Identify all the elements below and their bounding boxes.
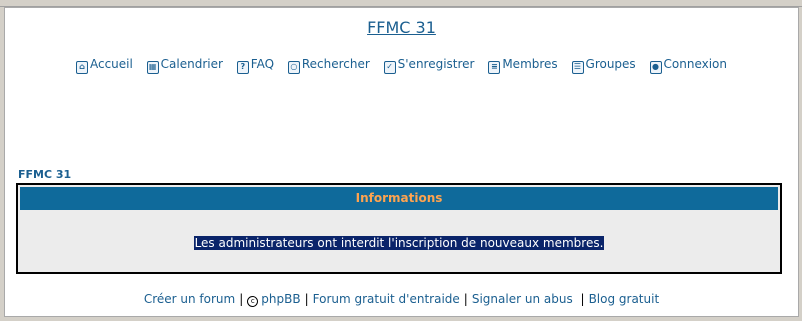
main-nav: ⌂ Accueil ▦ Calendrier ? FAQ ○ Rechercher ✓ S…: [5, 57, 798, 74]
report-abuse-link[interactable]: Signaler un abus: [472, 292, 573, 306]
footer-separator: |: [239, 292, 244, 306]
members-icon: ≡: [488, 61, 501, 74]
footer: Créer un forum | c phpBB | Forum gratuit d'en…: [5, 292, 798, 307]
selected-message-text: Les administrateurs ont interdit l'inscr…: [193, 236, 605, 250]
page-frame: FFMC 31 ⌂ Accueil ▦ Calendrier ? FAQ ○ Reche…: [4, 7, 799, 317]
nav-item-label: FAQ: [250, 57, 275, 71]
groups-icon: ☰: [571, 61, 584, 74]
footer-separator: |: [304, 292, 309, 306]
window-top-strip: [0, 0, 802, 7]
nav-item-groupes[interactable]: ☰ Groupes: [571, 57, 636, 74]
home-icon: ⌂: [75, 61, 88, 74]
help-forum-link[interactable]: Forum gratuit d'entraide: [313, 292, 460, 306]
free-blog-link[interactable]: Blog gratuit: [589, 292, 660, 306]
calendar-icon: ▦: [146, 61, 159, 74]
nav-item-label: Groupes: [585, 57, 636, 71]
faq-icon: ?: [236, 61, 249, 74]
nav-item-accueil[interactable]: ⌂ Accueil: [75, 57, 133, 74]
nav-item-membres[interactable]: ≡ Membres: [488, 57, 558, 74]
nav-item-connexion[interactable]: ● Connexion: [649, 57, 728, 74]
info-panel: Informations Les administrateurs ont int…: [16, 183, 782, 274]
nav-item-label: Connexion: [663, 57, 728, 71]
panel-message: Les administrateurs ont interdit l'inscr…: [18, 236, 780, 250]
nav-item-label: Accueil: [89, 57, 133, 71]
panel-header: Informations: [20, 187, 778, 210]
nav-item-enregistrer[interactable]: ✓ S'enregistrer: [383, 57, 475, 74]
footer-separator: |: [463, 292, 468, 306]
nav-item-label: Membres: [502, 57, 558, 71]
create-forum-link[interactable]: Créer un forum: [144, 292, 235, 306]
phpbb-link[interactable]: phpBB: [261, 292, 300, 306]
nav-item-label: S'enregistrer: [397, 57, 475, 71]
copyright-icon: c: [247, 296, 259, 307]
breadcrumb[interactable]: FFMC 31: [18, 168, 71, 181]
footer-separator: |: [576, 292, 585, 306]
site-title-link[interactable]: FFMC 31: [5, 18, 798, 37]
nav-item-label: Calendrier: [160, 57, 223, 71]
nav-item-faq[interactable]: ? FAQ: [236, 57, 275, 74]
register-icon: ✓: [383, 61, 396, 74]
nav-item-label: Rechercher: [301, 57, 370, 71]
search-icon: ○: [287, 61, 300, 74]
nav-item-rechercher[interactable]: ○ Rechercher: [287, 57, 370, 74]
nav-item-calendrier[interactable]: ▦ Calendrier: [146, 57, 223, 74]
login-icon: ●: [649, 61, 662, 74]
